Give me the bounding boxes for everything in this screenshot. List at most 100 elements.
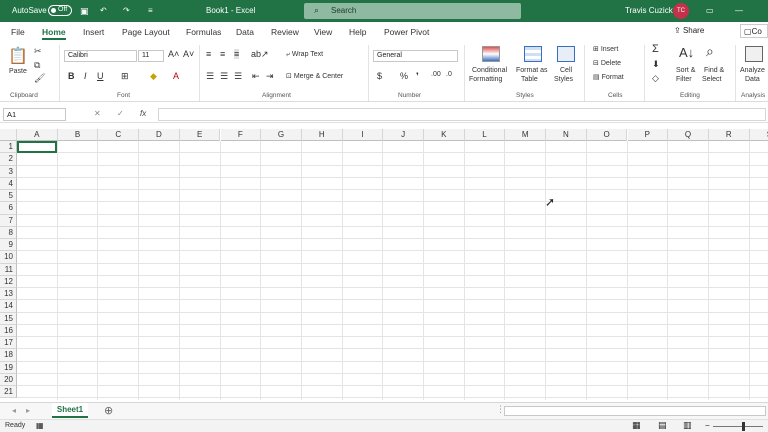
column-header-N[interactable]: N — [546, 129, 587, 141]
orientation-icon[interactable]: ab↗ — [251, 49, 269, 60]
tab-power-pivot[interactable]: Power Pivot — [384, 27, 429, 37]
decrease-indent-icon[interactable]: ⇤ — [252, 71, 260, 82]
find-select-icon[interactable]: ⌕ — [706, 43, 714, 60]
formula-input[interactable] — [158, 108, 766, 121]
column-header-O[interactable]: O — [586, 129, 628, 141]
copy-icon[interactable]: ⧉ — [34, 60, 40, 71]
horizontal-scrollbar[interactable] — [504, 406, 766, 416]
column-header-A[interactable]: A — [17, 129, 58, 141]
row-header-5[interactable]: 5 — [0, 190, 17, 203]
row-header-20[interactable]: 20 — [0, 373, 17, 386]
tab-help[interactable]: Help — [349, 27, 366, 37]
row-header-15[interactable]: 15 — [0, 312, 17, 325]
normal-view-icon[interactable]: ▦ — [632, 420, 641, 431]
comments-button[interactable]: ▢Co — [740, 24, 768, 38]
row-header-8[interactable]: 8 — [0, 226, 17, 239]
zoom-slider-thumb[interactable] — [742, 422, 745, 431]
wrap-text-button[interactable]: ⤶ Wrap Text — [286, 51, 323, 59]
autosave-toggle[interactable]: Off — [48, 5, 72, 16]
row-header-18[interactable]: 18 — [0, 349, 17, 362]
row-header-4[interactable]: 4 — [0, 177, 17, 190]
row-header-13[interactable]: 13 — [0, 288, 17, 301]
search-box[interactable]: ⌕ Search — [304, 3, 521, 19]
increase-decimal-icon[interactable]: .00 — [431, 71, 441, 78]
column-header-I[interactable]: I — [342, 129, 384, 141]
row-header-16[interactable]: 16 — [0, 324, 17, 337]
column-header-J[interactable]: J — [383, 129, 424, 141]
cut-icon[interactable]: ✂ — [34, 46, 42, 57]
underline-icon[interactable]: U — [97, 71, 104, 81]
column-header-L[interactable]: L — [464, 129, 506, 141]
decrease-decimal-icon[interactable]: .0 — [446, 71, 452, 78]
align-left-icon[interactable]: ☰ — [206, 71, 214, 82]
conditional-formatting-label-1[interactable]: Conditional — [472, 67, 507, 74]
column-header-G[interactable]: G — [261, 129, 302, 141]
top-align-icon[interactable]: ≡ — [206, 49, 211, 59]
italic-icon[interactable]: I — [84, 71, 87, 81]
merge-center-button[interactable]: ⊡ Merge & Center — [286, 72, 343, 80]
cell-styles-label-2[interactable]: Styles — [554, 76, 573, 83]
bold-icon[interactable]: B — [68, 71, 75, 81]
name-box[interactable]: A1 — [3, 108, 66, 121]
scroll-left-icon[interactable]: ◂ — [12, 406, 16, 415]
accessibility-icon[interactable]: ▦ — [36, 421, 44, 430]
middle-align-icon[interactable]: ≡ — [220, 49, 225, 59]
row-header-14[interactable]: 14 — [0, 300, 17, 313]
font-family-dropdown[interactable]: Calibri — [64, 50, 137, 62]
row-header-19[interactable]: 19 — [0, 361, 17, 374]
row-header-17[interactable]: 17 — [0, 337, 17, 350]
worksheet-grid[interactable]: ABCDEFGHIJKLMNOPQRS123456789101112131415… — [0, 129, 768, 400]
share-button[interactable]: ⇪ Share — [668, 24, 710, 38]
percent-icon[interactable]: % — [400, 71, 408, 81]
tab-data[interactable]: Data — [236, 27, 254, 37]
conditional-formatting-icon[interactable] — [482, 46, 500, 62]
column-header-C[interactable]: C — [98, 129, 140, 141]
number-format-dropdown[interactable]: General — [373, 50, 458, 62]
redo-icon[interactable]: ↷ — [123, 6, 130, 15]
add-sheet-icon[interactable]: ⊕ — [104, 404, 113, 417]
cell-styles-icon[interactable] — [557, 46, 575, 62]
cancel-icon[interactable]: ✕ — [94, 109, 101, 118]
save-icon[interactable]: ▣ — [80, 6, 89, 17]
row-header-10[interactable]: 10 — [0, 251, 17, 264]
customize-qat-icon[interactable]: ≡ — [148, 6, 153, 15]
row-header-2[interactable]: 2 — [0, 153, 17, 166]
sort-filter-label-2[interactable]: Filter — [676, 76, 692, 83]
row-header-12[interactable]: 12 — [0, 275, 17, 288]
tab-page-layout[interactable]: Page Layout — [122, 27, 170, 37]
bottom-align-icon[interactable]: ≡ — [234, 49, 240, 59]
column-header-H[interactable]: H — [301, 129, 343, 141]
enter-icon[interactable]: ✓ — [117, 109, 124, 118]
sheet-tab-sheet1[interactable]: Sheet1 — [52, 403, 88, 418]
delete-cells-button[interactable]: ⊟ Delete — [593, 59, 621, 67]
format-as-table-label-1[interactable]: Format as — [516, 67, 548, 74]
column-header-S[interactable]: S — [749, 129, 768, 141]
align-center-icon[interactable]: ☰ — [220, 71, 228, 82]
undo-icon[interactable]: ↶ — [100, 6, 107, 15]
column-header-R[interactable]: R — [708, 129, 750, 141]
page-break-view-icon[interactable]: ▥ — [683, 420, 692, 431]
insert-cells-button[interactable]: ⊞ Insert — [593, 45, 618, 53]
tab-insert[interactable]: Insert — [83, 27, 104, 37]
row-header-7[interactable]: 7 — [0, 214, 17, 227]
column-header-F[interactable]: F — [220, 129, 262, 141]
zoom-out-icon[interactable]: − — [705, 421, 710, 430]
find-select-label-2[interactable]: Select — [702, 76, 721, 83]
find-select-label-1[interactable]: Find & — [704, 67, 724, 74]
sort-filter-label-1[interactable]: Sort & — [676, 67, 695, 74]
tab-view[interactable]: View — [314, 27, 332, 37]
conditional-formatting-label-2[interactable]: Formatting — [469, 76, 502, 83]
row-header-9[interactable]: 9 — [0, 239, 17, 252]
insert-function-icon[interactable]: fx — [140, 109, 146, 118]
column-header-P[interactable]: P — [627, 129, 669, 141]
fill-color-icon[interactable]: ◆ — [150, 71, 157, 82]
row-header-11[interactable]: 11 — [0, 263, 17, 276]
autosum-icon[interactable]: Σ — [652, 43, 659, 55]
borders-icon[interactable]: ⊞ — [121, 71, 129, 82]
format-painter-icon[interactable]: 🖌 — [34, 73, 45, 84]
row-header-3[interactable]: 3 — [0, 165, 17, 178]
paste-label[interactable]: Paste — [9, 68, 27, 75]
format-as-table-label-2[interactable]: Table — [521, 76, 538, 83]
column-header-K[interactable]: K — [424, 129, 465, 141]
tab-formulas[interactable]: Formulas — [186, 27, 221, 37]
